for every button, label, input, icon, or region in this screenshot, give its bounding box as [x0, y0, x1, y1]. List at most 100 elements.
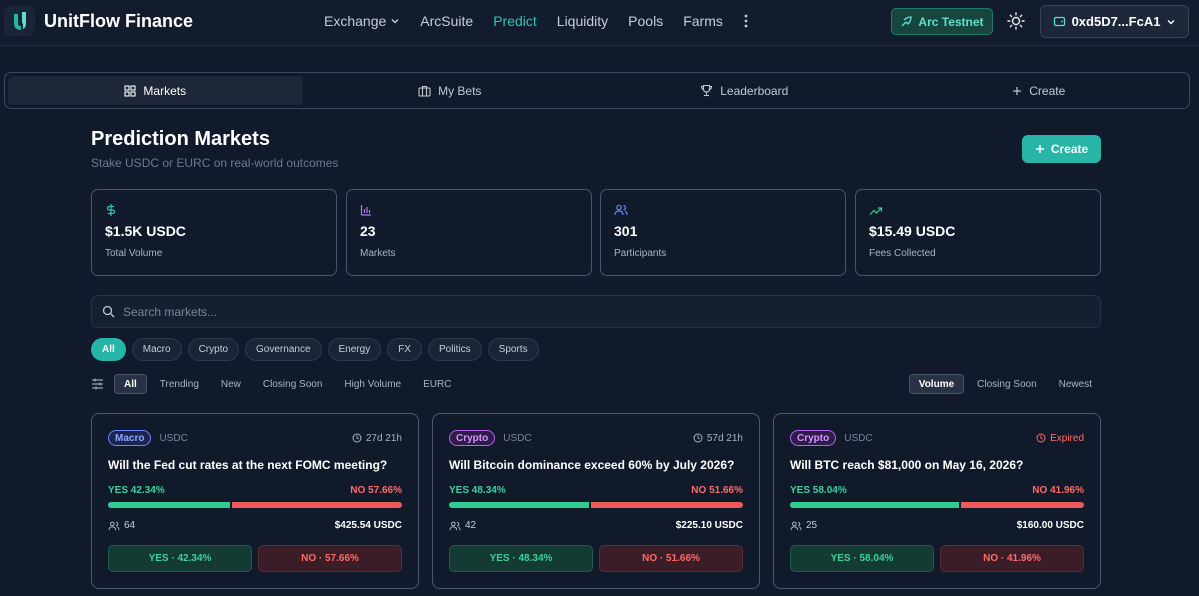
clock-icon [352, 433, 362, 443]
tab-my-bets[interactable]: My Bets [303, 76, 598, 105]
time-text: 57d 21h [706, 432, 743, 444]
category-pill-all[interactable]: All [91, 338, 126, 361]
nav-item-farms[interactable]: Farms [683, 13, 723, 29]
tab-label: Create [1029, 83, 1066, 98]
category-pill-governance[interactable]: Governance [245, 338, 322, 361]
search-icon [102, 305, 115, 318]
stat-label: Markets [360, 248, 396, 259]
category-pill-sports[interactable]: Sports [487, 338, 539, 361]
bet-yes-button[interactable]: YES · 42.34% [108, 545, 252, 572]
brand-logo[interactable] [4, 5, 35, 36]
top-navbar: UnitFlow Finance Exchange ArcSuite Predi… [0, 0, 1199, 46]
category-tag: Crypto [449, 430, 496, 446]
time-remaining: 27d 21h [352, 433, 402, 444]
odds-bar-yes-fill [108, 502, 233, 508]
tab-label: Leaderboard [720, 83, 789, 98]
bet-yes-button[interactable]: YES · 48.34% [449, 545, 593, 572]
tab-markets[interactable]: Markets [8, 76, 303, 105]
wallet-address: 0xd5D7...FcA1 [1071, 14, 1161, 29]
create-market-button[interactable]: Create [1022, 135, 1101, 163]
bet-yes-button[interactable]: YES · 58.04% [790, 545, 934, 572]
odds-bar [790, 502, 1084, 508]
bet-no-button[interactable]: NO · 41.96% [940, 545, 1084, 572]
logo-icon [13, 11, 26, 30]
market-volume: $425.54 USDC [334, 520, 402, 531]
plus-icon [1013, 86, 1022, 95]
market-card[interactable]: Macro USDC 27d 21h Will the Fed cut rate… [91, 413, 419, 589]
odds-bar [108, 502, 402, 508]
brand-name[interactable]: UnitFlow Finance [44, 11, 193, 32]
bar-chart-icon [360, 205, 371, 216]
stat-value: $15.49 USDC [869, 223, 956, 239]
filter-closing-soon[interactable]: Closing Soon [254, 374, 331, 394]
category-pills: All Macro Crypto Governance Energy FX Po… [91, 338, 539, 361]
stat-value: $1.5K USDC [105, 223, 186, 239]
users-icon [108, 521, 120, 530]
tab-label: Markets [143, 83, 187, 98]
market-card[interactable]: Crypto USDC 57d 21h Will Bitcoin dominan… [432, 413, 760, 589]
category-pill-fx[interactable]: FX [387, 338, 422, 361]
sort-newest[interactable]: Newest [1050, 374, 1101, 394]
users-icon [614, 204, 628, 216]
tab-leaderboard[interactable]: Leaderboard [597, 76, 892, 105]
participants-text: 64 [124, 520, 136, 531]
sort-volume[interactable]: Volume [908, 374, 965, 394]
bet-no-button[interactable]: NO · 51.66% [599, 545, 743, 572]
category-tag: Macro [108, 430, 152, 446]
time-text: Expired [1050, 432, 1084, 444]
filter-all[interactable]: All [114, 374, 147, 394]
category-pill-energy[interactable]: Energy [327, 338, 382, 361]
filter-trending[interactable]: Trending [151, 374, 208, 394]
sun-icon [1007, 12, 1025, 30]
category-pill-crypto[interactable]: Crypto [187, 338, 240, 361]
users-icon [790, 521, 802, 530]
briefcase-icon [418, 85, 431, 97]
participants-count: 42 [449, 520, 476, 531]
nav-item-arcsuite[interactable]: ArcSuite [420, 13, 473, 29]
expired-badge: Expired [1036, 433, 1084, 444]
market-volume: $225.10 USDC [675, 520, 743, 531]
nav-label: Pools [628, 13, 664, 29]
network-icon [901, 16, 913, 27]
no-odds: NO 41.96% [1032, 485, 1084, 496]
nav-item-exchange[interactable]: Exchange [324, 13, 400, 29]
category-pill-politics[interactable]: Politics [427, 338, 482, 361]
network-badge[interactable]: Arc Testnet [891, 8, 993, 35]
odds-bar [449, 502, 743, 508]
odds-bar-yes-fill [790, 502, 961, 508]
nav-item-predict[interactable]: Predict [493, 13, 537, 29]
clock-icon [693, 433, 703, 443]
stat-card-total-volume: $1.5K USDC Total Volume [91, 189, 337, 276]
dollar-icon [106, 204, 116, 216]
category-pill-macro[interactable]: Macro [131, 338, 182, 361]
page-subtitle: Stake USDC or EURC on real-world outcome… [91, 156, 339, 170]
odds-bar-yes-fill [449, 502, 592, 508]
nav-more-button[interactable] [743, 13, 749, 29]
users-icon [449, 521, 461, 530]
time-text: 27d 21h [365, 432, 402, 444]
stat-card-participants: 301 Participants [600, 189, 846, 276]
participants-count: 25 [790, 520, 817, 531]
sliders-icon [92, 378, 103, 390]
sort-closing-soon[interactable]: Closing Soon [968, 374, 1045, 394]
search-bar [91, 295, 1101, 328]
nav-item-liquidity[interactable]: Liquidity [557, 13, 608, 29]
nav-label: Liquidity [556, 13, 609, 29]
filter-eurc[interactable]: EURC [414, 374, 460, 394]
tab-create[interactable]: Create [892, 76, 1187, 105]
nav-label: ArcSuite [420, 13, 474, 29]
nav-label: Predict [493, 13, 537, 29]
yes-odds: YES 58.04% [790, 485, 847, 496]
search-input[interactable] [123, 304, 1023, 319]
filter-new[interactable]: New [212, 374, 250, 394]
nav-item-pools[interactable]: Pools [628, 13, 663, 29]
sort-row: Volume Closing Soon Newest [908, 374, 1101, 394]
market-card[interactable]: Crypto USDC Expired Will BTC reach $81,0… [773, 413, 1101, 589]
filter-high-volume[interactable]: High Volume [335, 374, 410, 394]
filter-row: All Trending New Closing Soon High Volum… [91, 374, 460, 394]
stat-label: Total Volume [105, 248, 163, 259]
nav-label: Exchange [324, 13, 387, 29]
wallet-button[interactable]: 0xd5D7...FcA1 [1040, 5, 1189, 38]
bet-no-button[interactable]: NO · 57.66% [258, 545, 402, 572]
theme-toggle-button[interactable] [1006, 11, 1026, 31]
